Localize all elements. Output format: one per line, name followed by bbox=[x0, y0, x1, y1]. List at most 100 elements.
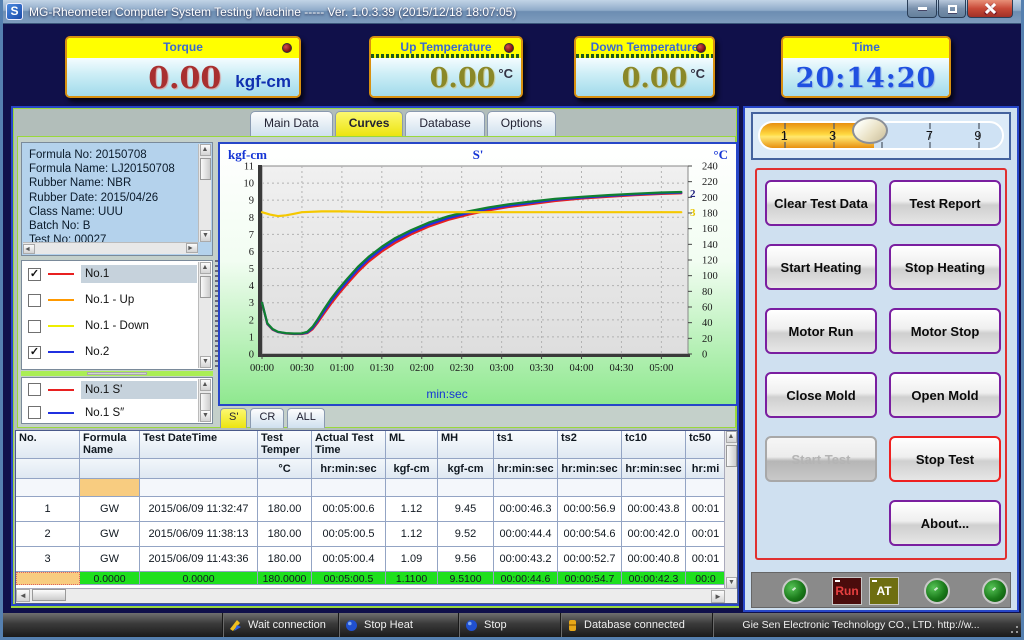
table-cell[interactable]: 00:05:00.5 bbox=[312, 522, 386, 547]
tab-main-data[interactable]: Main Data bbox=[250, 111, 333, 136]
list-vscrollbar[interactable]: ▲▼ bbox=[198, 262, 211, 368]
table-cell[interactable]: 00:00:43.8 bbox=[622, 497, 686, 522]
table-cell[interactable]: 00:00:46.3 bbox=[494, 497, 558, 522]
curve-list-item[interactable]: No.1 - Down bbox=[22, 313, 212, 339]
checkbox[interactable] bbox=[28, 320, 41, 333]
chart-tab-cr[interactable]: CR bbox=[250, 408, 284, 428]
resize-grip[interactable] bbox=[1009, 613, 1021, 637]
table-cell[interactable]: 1.12 bbox=[386, 522, 438, 547]
column-header[interactable]: ts1 bbox=[494, 431, 558, 459]
table-hscrollbar[interactable]: ◄ ► bbox=[16, 588, 738, 603]
minimize-button[interactable] bbox=[907, 0, 937, 18]
tab-curves[interactable]: Curves bbox=[335, 111, 404, 136]
table-cell[interactable]: 1.09 bbox=[386, 547, 438, 572]
formula-hscrollbar[interactable]: ◄ ► bbox=[23, 242, 198, 254]
table-cell[interactable]: 2015/06/09 11:43:36 bbox=[140, 547, 258, 572]
chart-tab-s-prime[interactable]: S' bbox=[220, 408, 247, 428]
checkbox[interactable] bbox=[28, 294, 41, 307]
scroll-right-arrow[interactable]: ► bbox=[186, 243, 198, 253]
maximize-button[interactable] bbox=[938, 0, 966, 18]
column-header[interactable]: Test DateTime bbox=[140, 431, 258, 459]
test-report-button[interactable]: Test Report bbox=[889, 180, 1001, 226]
svg-text:140: 140 bbox=[702, 240, 718, 251]
column-header[interactable]: ts2 bbox=[558, 431, 622, 459]
column-header[interactable]: ML bbox=[386, 431, 438, 459]
table-cell[interactable]: 2015/06/09 11:32:47 bbox=[140, 497, 258, 522]
checkbox[interactable]: ✓ bbox=[28, 268, 41, 281]
table-cell[interactable]: 9.56 bbox=[438, 547, 494, 572]
table-cell[interactable]: 00:05:00.6 bbox=[312, 497, 386, 522]
table-cell[interactable]: 180.00 bbox=[258, 522, 312, 547]
column-header[interactable]: Formula Name bbox=[80, 431, 140, 459]
scroll-thumb[interactable] bbox=[726, 445, 737, 467]
table-cell[interactable]: 00:00:56.9 bbox=[558, 497, 622, 522]
table-cell[interactable]: 00:01 bbox=[686, 547, 726, 572]
scroll-left-arrow[interactable]: ◄ bbox=[23, 244, 35, 254]
table-cell[interactable]: 2 bbox=[16, 522, 80, 547]
scroll-up-arrow[interactable]: ▲ bbox=[726, 431, 737, 443]
column-header[interactable]: MH bbox=[438, 431, 494, 459]
checkbox[interactable] bbox=[28, 406, 41, 419]
formula-vscrollbar[interactable]: ▲ ▼ bbox=[198, 144, 211, 242]
curve-list-item[interactable]: No.1 - Up bbox=[22, 287, 212, 313]
tab-database[interactable]: Database bbox=[405, 111, 484, 136]
scroll-up-arrow[interactable]: ▲ bbox=[200, 144, 211, 156]
table-cell[interactable]: 00:00:54.6 bbox=[558, 522, 622, 547]
table-cell[interactable]: 00:05:00.4 bbox=[312, 547, 386, 572]
checkbox[interactable] bbox=[28, 383, 41, 396]
table-cell[interactable]: 3 bbox=[16, 547, 80, 572]
table-cell[interactable]: 00:01 bbox=[686, 522, 726, 547]
list-vscrollbar[interactable]: ▲▼ bbox=[198, 379, 211, 422]
column-header[interactable]: Actual Test Time bbox=[312, 431, 386, 459]
curve-list-item[interactable]: No.1 S″ bbox=[22, 401, 212, 424]
close-mold-button[interactable]: Close Mold bbox=[765, 372, 877, 418]
table-cell[interactable]: 00:00:44.4 bbox=[494, 522, 558, 547]
column-header[interactable]: tc50 bbox=[686, 431, 726, 459]
table-cell[interactable]: GW bbox=[80, 497, 140, 522]
table-cell[interactable]: 180.00 bbox=[258, 497, 312, 522]
start-heating-button[interactable]: Start Heating bbox=[765, 244, 877, 290]
curve-list-item[interactable]: No.2 - Up bbox=[22, 365, 212, 370]
table-cell[interactable]: 00:01 bbox=[686, 497, 726, 522]
table-cell[interactable]: GW bbox=[80, 522, 140, 547]
table-cell[interactable]: GW bbox=[80, 547, 140, 572]
svg-text:7: 7 bbox=[249, 230, 254, 241]
scroll-right-arrow[interactable]: ► bbox=[711, 590, 725, 603]
table-cell[interactable]: 00:00:40.8 bbox=[622, 547, 686, 572]
table-cell[interactable]: 9.45 bbox=[438, 497, 494, 522]
column-header[interactable]: Test Temper bbox=[258, 431, 312, 459]
table-vscrollbar[interactable]: ▲ ▼ bbox=[724, 431, 737, 589]
chart-tab-all[interactable]: ALL bbox=[287, 408, 325, 428]
column-header[interactable]: No. bbox=[16, 431, 80, 459]
table-cell[interactable]: 00:00:42.0 bbox=[622, 522, 686, 547]
scroll-thumb[interactable] bbox=[32, 589, 66, 601]
stop-test-button[interactable]: Stop Test bbox=[889, 436, 1001, 482]
clear-test-data-button[interactable]: Clear Test Data bbox=[765, 180, 877, 226]
list-splitter[interactable] bbox=[21, 371, 213, 376]
close-button[interactable] bbox=[967, 0, 1013, 18]
table-cell[interactable]: 180.00 bbox=[258, 547, 312, 572]
scroll-thumb[interactable] bbox=[200, 158, 211, 180]
table-cell[interactable]: 1 bbox=[16, 497, 80, 522]
motor-stop-button[interactable]: Motor Stop bbox=[889, 308, 1001, 354]
curve-list-item[interactable]: ✓No.1 bbox=[22, 261, 212, 287]
slider-thumb[interactable] bbox=[852, 117, 888, 144]
curve-list-item[interactable]: ✓No.2 bbox=[22, 339, 212, 365]
about-button[interactable]: About... bbox=[889, 500, 1001, 546]
tab-options[interactable]: Options bbox=[487, 111, 556, 136]
column-header[interactable]: tc10 bbox=[622, 431, 686, 459]
open-mold-button[interactable]: Open Mold bbox=[889, 372, 1001, 418]
checkbox[interactable]: ✓ bbox=[28, 346, 41, 359]
scroll-left-arrow[interactable]: ◄ bbox=[16, 589, 30, 602]
table-cell[interactable]: 00:00:43.2 bbox=[494, 547, 558, 572]
curve-list-item[interactable]: No.1 S' bbox=[22, 378, 212, 401]
table-cell[interactable]: 9.52 bbox=[438, 522, 494, 547]
table-cell[interactable]: 2015/06/09 11:38:13 bbox=[140, 522, 258, 547]
stop-heating-button[interactable]: Stop Heating bbox=[889, 244, 1001, 290]
table-cell[interactable]: 00:00:52.7 bbox=[558, 547, 622, 572]
run-indicator-label: Run bbox=[835, 584, 858, 598]
motor-run-button[interactable]: Motor Run bbox=[765, 308, 877, 354]
scroll-down-arrow[interactable]: ▼ bbox=[200, 230, 211, 242]
table-cell[interactable]: 1.12 bbox=[386, 497, 438, 522]
svg-text:180: 180 bbox=[702, 209, 718, 220]
